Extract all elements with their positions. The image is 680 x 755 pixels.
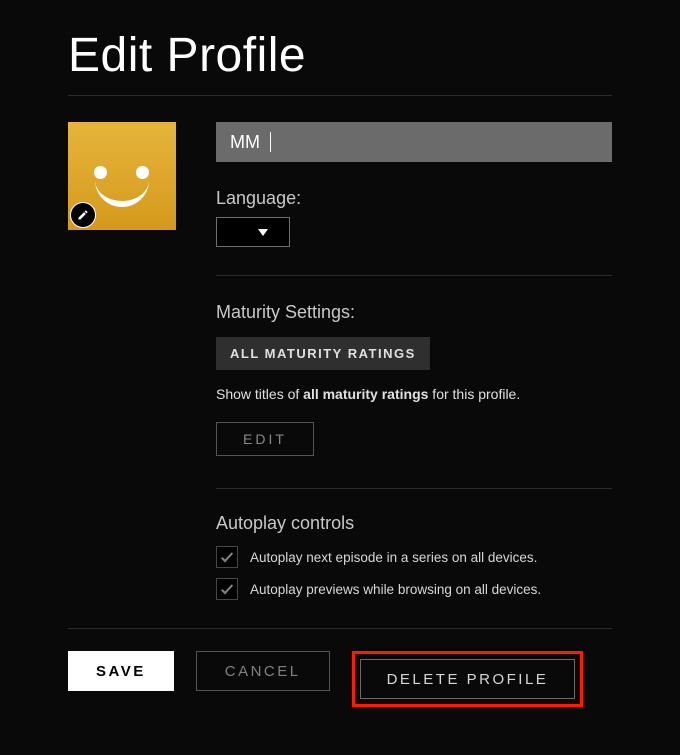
autoplay-previews-label: Autoplay previews while browsing on all … — [250, 582, 541, 597]
avatar-mouth — [95, 180, 149, 207]
profile-avatar[interactable] — [68, 122, 176, 230]
cancel-button[interactable]: CANCEL — [196, 651, 330, 691]
edit-maturity-button[interactable]: EDIT — [216, 422, 314, 456]
autoplay-heading: Autoplay controls — [216, 513, 612, 534]
avatar-eye — [136, 166, 149, 179]
page-title: Edit Profile — [68, 28, 612, 83]
delete-profile-button[interactable]: DELETE PROFILE — [360, 659, 576, 699]
text-caret — [270, 132, 271, 152]
check-icon — [219, 549, 235, 565]
maturity-description: Show titles of all maturity ratings for … — [216, 386, 612, 402]
pencil-icon — [77, 209, 89, 221]
profile-name-input[interactable] — [216, 122, 612, 162]
divider — [216, 488, 612, 489]
chevron-down-icon — [258, 229, 268, 236]
autoplay-next-episode-checkbox[interactable] — [216, 546, 238, 568]
highlight-annotation: DELETE PROFILE — [352, 651, 584, 707]
maturity-heading: Maturity Settings: — [216, 302, 612, 323]
check-icon — [219, 581, 235, 597]
divider — [68, 95, 612, 96]
avatar-eye — [94, 166, 107, 179]
divider — [216, 275, 612, 276]
language-label: Language: — [216, 188, 612, 209]
autoplay-previews-checkbox[interactable] — [216, 578, 238, 600]
save-button[interactable]: SAVE — [68, 651, 174, 691]
maturity-badge: ALL MATURITY RATINGS — [216, 337, 430, 370]
edit-avatar-button[interactable] — [70, 202, 96, 228]
language-select[interactable] — [216, 217, 290, 247]
autoplay-next-episode-label: Autoplay next episode in a series on all… — [250, 550, 537, 565]
